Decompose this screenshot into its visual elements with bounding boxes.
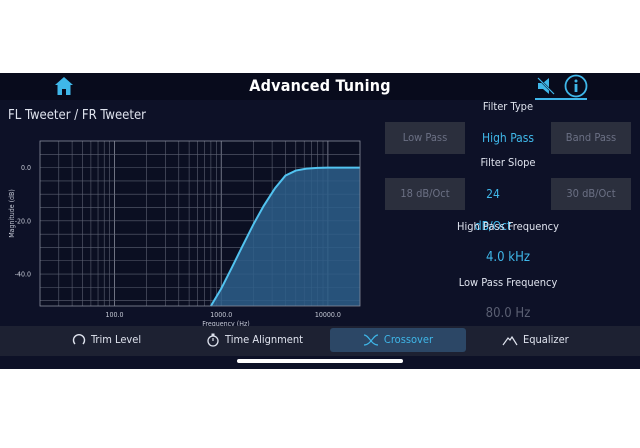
tab-time-alignment[interactable]: Time Alignment: [206, 328, 303, 352]
tab-trim-level-label: Trim Level: [91, 333, 142, 346]
x-tick-label: 1000.0: [210, 311, 232, 319]
y-axis-label: Magnitude (dB): [8, 189, 16, 238]
y-tick-label: 0.0: [21, 164, 31, 172]
tab-equalizer[interactable]: Equalizer: [502, 328, 569, 352]
stopwatch-icon: [207, 333, 219, 347]
crossover-graph: 100.0 1000.0 10000.00.0-20.0-40.0Frequency…: [8, 140, 361, 328]
x-tick-label: 10000.0: [315, 311, 341, 319]
low-pass-frequency-value[interactable]: 80.0 Hz: [458, 306, 558, 321]
tab-time-alignment-label: Time Alignment: [225, 333, 304, 346]
trim-knob-icon: [72, 334, 86, 345]
filter-type-heading: Filter Type: [482, 100, 534, 113]
filter-type-low-pass-button[interactable]: Low Pass: [385, 122, 465, 154]
tab-equalizer-label: Equalizer: [523, 333, 569, 346]
filter-slope-18-button[interactable]: 18 dB/Oct: [385, 178, 465, 210]
high-pass-frequency-heading: High Pass Frequency: [457, 220, 559, 233]
tab-trim-level[interactable]: Trim Level: [72, 328, 141, 352]
low-pass-frequency-heading: Low Pass Frequency: [458, 276, 558, 289]
high-pass-frequency-value[interactable]: 4.0 kHz: [458, 250, 558, 265]
app-screen: Advanced Tuning FL Tweeter / FR Tweeter …: [0, 73, 640, 369]
speaker-muted-icon[interactable]: [535, 75, 557, 97]
channel-title: FL Tweeter / FR Tweeter: [8, 108, 146, 123]
info-icon[interactable]: [564, 74, 588, 98]
equalizer-icon: [502, 335, 518, 346]
filter-type-band-pass-button[interactable]: Band Pass: [551, 122, 631, 154]
filter-slope-heading: Filter Slope: [480, 156, 536, 169]
y-tick-label: -40.0: [15, 271, 31, 279]
filter-type-high-pass-button[interactable]: High Pass: [468, 122, 548, 154]
y-tick-label: -20.0: [15, 217, 31, 225]
filter-slope-24-button[interactable]: 24 dB/Oct: [468, 178, 518, 233]
filter-slope-30-button[interactable]: 30 dB/Oct: [551, 178, 631, 210]
tab-crossover[interactable]: Crossover: [330, 328, 466, 352]
tab-crossover-label: Crossover: [383, 333, 434, 346]
bottom-tab-bar: Trim Level Time Alignment Crossover Equa…: [0, 326, 640, 356]
title-bar: Advanced Tuning: [0, 73, 640, 100]
crossover-icon: [363, 334, 379, 346]
home-indicator: [237, 359, 403, 363]
x-tick-label: 100.0: [106, 311, 124, 319]
